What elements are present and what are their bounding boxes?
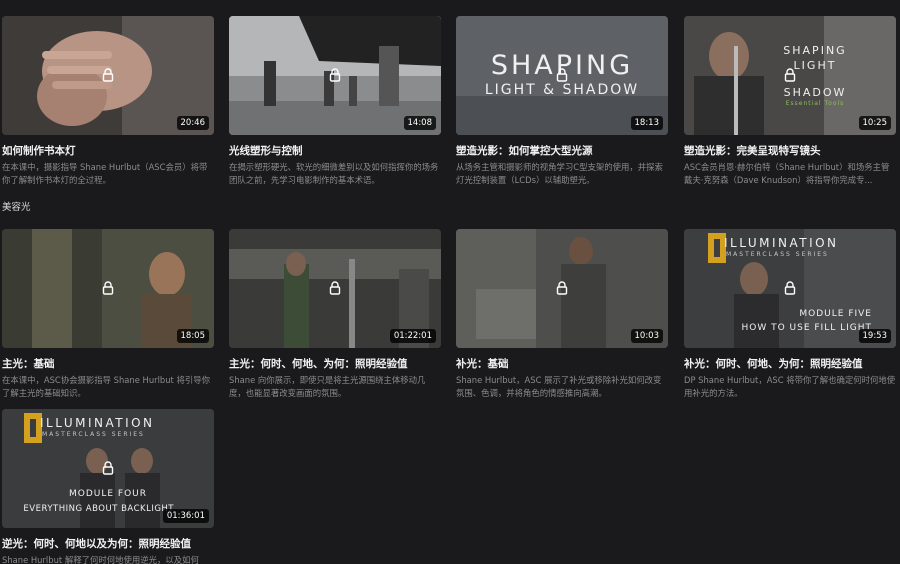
lesson-description: Shane Hurlbut 解释了何时何地使用逆光，以及如何	[2, 555, 199, 564]
duration-badge: 10:25	[858, 116, 891, 130]
lesson-thumbnail[interactable]: 14:08	[229, 16, 441, 135]
duration-badge: 19:53	[858, 329, 891, 343]
lock-icon	[784, 281, 796, 295]
brand-subtitle: MASTERCLASS SERIES	[726, 251, 829, 258]
lesson-card[interactable]: SHAPING LIGHT & SHADOW 18:13 塑造光影：如何掌控大型…	[456, 16, 668, 186]
duration-badge: 18:13	[630, 116, 663, 130]
lesson-description: Shane 向你展示，即使只是将主光源围绕主体移动几度，也能显著改变画面的氛围。	[229, 375, 426, 398]
brand-title: ILLUMINATION	[724, 236, 839, 250]
lesson-description: 在揭示塑形硬光、软光的细微差别以及如何指挥你的场务团队之前，先学习电影制作的基本…	[229, 162, 439, 185]
lesson-description: DP Shane Hurlbut，ASC 将带你了解也确定何时何地使用补光的方法…	[684, 375, 896, 398]
lesson-description: 从场务主管和摄影师的视角学习C型支架的使用，并探索灯光控制装置（LCDs）以辅助…	[456, 162, 663, 185]
thumbnail-title: SHAPING	[783, 44, 847, 57]
lesson-description: Shane Hurlbut，ASC 展示了补光或移除补光如何改变氛围、色调，并将…	[456, 375, 662, 398]
module-number: MODULE FIVE	[799, 309, 872, 319]
lesson-card[interactable]: 18:05 主光：基础 在本课中，ASC协会摄影指导 Shane Hurlbut…	[2, 229, 214, 399]
lesson-thumbnail[interactable]: 01:22:01	[229, 229, 441, 348]
thumbnail-tagline: Essential Tools	[785, 100, 845, 107]
lock-icon	[329, 68, 341, 82]
lesson-description: 在本课中，ASC协会摄影指导 Shane Hurlbut 将引导你了解主光的基础…	[2, 375, 211, 398]
brand-title: ILLUMINATION	[40, 416, 155, 430]
lesson-thumbnail[interactable]: SHAPING LIGHT SHADOW Essential Tools 10:…	[684, 16, 896, 135]
thumbnail-subtitle: SHADOW	[783, 86, 847, 99]
duration-badge: 14:08	[403, 116, 436, 130]
lock-icon	[556, 68, 568, 82]
lesson-card[interactable]: SHAPING LIGHT SHADOW Essential Tools 10:…	[684, 16, 896, 186]
lesson-thumbnail[interactable]: 10:03	[456, 229, 668, 348]
lesson-thumbnail[interactable]: SHAPING LIGHT & SHADOW 18:13	[456, 16, 668, 135]
module-title: EVERYTHING ABOUT BACKLIGHT	[23, 504, 174, 514]
lesson-title[interactable]: 塑造光影：完美呈现特写镜头	[684, 143, 896, 158]
lock-icon	[102, 281, 114, 295]
lesson-title[interactable]: 塑造光影：如何掌控大型光源	[456, 143, 668, 158]
lesson-title[interactable]: 补光：基础	[456, 356, 668, 371]
thumbnail-subtitle: LIGHT	[793, 59, 837, 72]
module-title: HOW TO USE FILL LIGHT	[741, 323, 872, 333]
lesson-card[interactable]: ILLUMINATION MASTERCLASS SERIES MODULE F…	[684, 229, 896, 399]
lesson-description: ASC会员肖恩·赫尔伯特（Shane Hurlbut）和场务主管戴夫·克努森（D…	[684, 162, 890, 185]
section-heading: 美容光	[2, 202, 31, 213]
lesson-thumbnail[interactable]: ILLUMINATION MASTERCLASS SERIES MODULE F…	[684, 229, 896, 348]
duration-badge: 01:36:01	[162, 509, 209, 523]
lesson-card[interactable]: 10:03 补光：基础 Shane Hurlbut，ASC 展示了补光或移除补光…	[456, 229, 668, 399]
duration-badge: 10:03	[630, 329, 663, 343]
lesson-title[interactable]: 逆光：何时、何地以及为何：照明经验值	[2, 536, 214, 551]
lesson-description: 在本课中，摄影指导 Shane Hurlbut（ASC会员）将带你了解制作书本灯…	[2, 162, 208, 185]
brand-subtitle: MASTERCLASS SERIES	[42, 431, 145, 438]
lock-icon	[329, 281, 341, 295]
lesson-card[interactable]: ILLUMINATION MASTERCLASS SERIES MODULE F…	[2, 409, 214, 564]
lesson-thumbnail[interactable]: ILLUMINATION MASTERCLASS SERIES MODULE F…	[2, 409, 214, 528]
lesson-thumbnail[interactable]: 20:46	[2, 16, 214, 135]
duration-badge: 20:46	[176, 116, 209, 130]
duration-badge: 01:22:01	[389, 329, 436, 343]
lesson-title[interactable]: 如何制作书本灯	[2, 143, 214, 158]
lesson-card[interactable]: 20:46 如何制作书本灯 在本课中，摄影指导 Shane Hurlbut（AS…	[2, 16, 214, 186]
duration-badge: 18:05	[176, 329, 209, 343]
thumbnail-subtitle: LIGHT & SHADOW	[484, 82, 640, 98]
lock-icon	[556, 281, 568, 295]
lesson-thumbnail[interactable]: 18:05	[2, 229, 214, 348]
module-number: MODULE FOUR	[68, 489, 148, 499]
lesson-card[interactable]: 01:22:01 主光：何时、何地、为何：照明经验值 Shane 向你展示，即使…	[229, 229, 441, 399]
lesson-title[interactable]: 补光：何时、何地、为何：照明经验值	[684, 356, 896, 371]
lock-icon	[102, 461, 114, 475]
lock-icon	[102, 68, 114, 82]
lesson-title[interactable]: 主光：何时、何地、为何：照明经验值	[229, 356, 441, 371]
lesson-card[interactable]: 14:08 光线塑形与控制 在揭示塑形硬光、软光的细微差别以及如何指挥你的场务团…	[229, 16, 441, 186]
lesson-title[interactable]: 光线塑形与控制	[229, 143, 441, 158]
lock-icon	[784, 68, 796, 82]
lesson-title[interactable]: 主光：基础	[2, 356, 214, 371]
